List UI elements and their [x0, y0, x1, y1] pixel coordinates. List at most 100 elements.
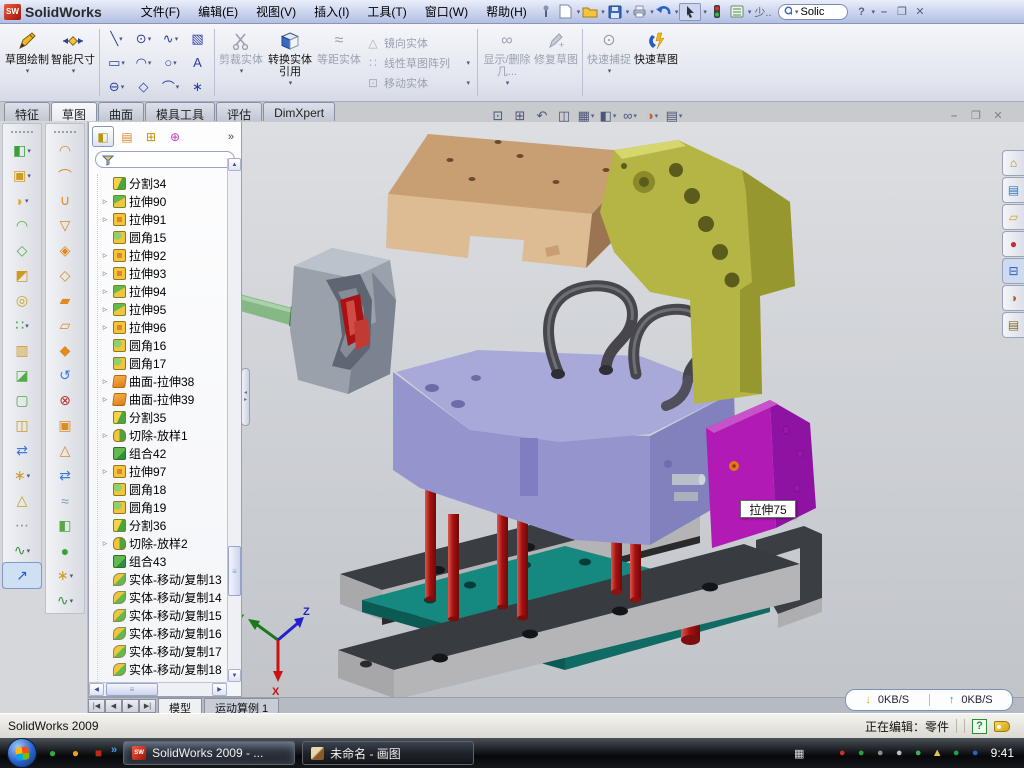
- freeform-icon[interactable]: ●: [46, 538, 84, 563]
- menu-tools[interactable]: 工具(T): [358, 2, 415, 21]
- tree-item[interactable]: 圆角16: [98, 336, 227, 354]
- dropdown-caret-icon[interactable]: ▾: [591, 112, 595, 120]
- rectangle-icon[interactable]: ▭▾: [103, 51, 130, 75]
- tree-item[interactable]: ▹拉伸92: [98, 246, 227, 264]
- defender-shield-icon[interactable]: ●: [854, 747, 869, 759]
- tree-item[interactable]: 圆角18: [98, 480, 227, 498]
- scroll-up-button[interactable]: ▲: [228, 158, 241, 171]
- dropdown-caret-icon[interactable]: ▾: [27, 172, 31, 180]
- spline-icon[interactable]: ∿▾: [157, 27, 184, 51]
- scrollbar-thumb[interactable]: ≡: [106, 683, 158, 696]
- toolbar-grip[interactable]: [54, 131, 76, 135]
- taskbar-task-solidworks[interactable]: SW SolidWorks 2009 - ...: [123, 741, 295, 765]
- tab-sketch[interactable]: 草图: [51, 102, 97, 121]
- dropdown-caret-icon[interactable]: ▾: [655, 112, 659, 120]
- open-document-icon[interactable]: [581, 3, 599, 21]
- draft-icon[interactable]: ◪: [3, 363, 41, 388]
- dropdown-caret-icon[interactable]: ▾: [26, 66, 30, 78]
- prev-tab-button[interactable]: ◀: [105, 699, 122, 713]
- dropdown-caret-icon[interactable]: ▾: [27, 547, 31, 555]
- offset-entities-button[interactable]: ≈ 等距实体: [316, 24, 362, 101]
- tree-item[interactable]: 实体-移动/复制17: [98, 642, 227, 660]
- section-view-icon[interactable]: ◫: [553, 106, 575, 125]
- previous-view-icon[interactable]: ↶: [531, 106, 553, 125]
- tree-item[interactable]: 实体-移动/复制14: [98, 588, 227, 606]
- scroll-right-button[interactable]: ▶: [212, 683, 227, 696]
- file-explorer-icon[interactable]: ▱: [1002, 204, 1024, 230]
- swept-boss-icon[interactable]: ◠: [3, 213, 41, 238]
- delete-hole-icon[interactable]: ∗▾: [46, 563, 84, 588]
- thicken-icon[interactable]: ∿▾: [46, 588, 84, 613]
- undo-icon[interactable]: [655, 3, 673, 21]
- tree-filter-box[interactable]: [95, 151, 235, 168]
- trim-entities-button[interactable]: 剪裁实体 ▾: [218, 24, 264, 101]
- tree-item[interactable]: 实体-移动/复制16: [98, 624, 227, 642]
- toolbox-icon[interactable]: ●: [1002, 231, 1024, 257]
- search-scope-caret-icon[interactable]: ▾: [795, 8, 799, 16]
- health-shield-icon[interactable]: ●: [949, 747, 964, 759]
- custom-properties-icon[interactable]: ▤: [1002, 312, 1024, 338]
- dropdown-caret-icon[interactable]: ▾: [25, 197, 29, 205]
- circle-icon[interactable]: ⊙▾: [130, 27, 157, 51]
- configurationmanager-tab-icon[interactable]: ⊞: [140, 126, 162, 147]
- next-tab-button[interactable]: ▶: [122, 699, 139, 713]
- sketch-fillet-icon[interactable]: ⌒▾: [157, 75, 184, 99]
- expand-arrow-icon[interactable]: ▹: [100, 322, 110, 333]
- sync-center-icon[interactable]: ●: [968, 747, 983, 759]
- expand-arrow-icon[interactable]: ▹: [100, 268, 110, 279]
- convert-entities-button[interactable]: 转换实体引用 ▾: [264, 24, 316, 101]
- dropdown-caret-icon[interactable]: ▾: [679, 112, 683, 120]
- tree-item[interactable]: 圆角15: [98, 228, 227, 246]
- smart-dimension-button[interactable]: 智能尺寸 ▾: [50, 24, 96, 101]
- move-entities-button[interactable]: ⊡ 移动实体 ▾: [366, 75, 470, 91]
- core-pin[interactable]: [672, 474, 702, 485]
- tree-item[interactable]: ▹拉伸90: [98, 192, 227, 210]
- messenger-icon[interactable]: ●: [44, 745, 61, 762]
- dropdown-caret-icon[interactable]: ▾: [601, 8, 605, 16]
- replace-face-icon[interactable]: ▣: [46, 413, 84, 438]
- toolbar-overflow-item[interactable]: 少..: [754, 4, 771, 20]
- offset-surface-icon[interactable]: ◇: [46, 263, 84, 288]
- tree-item[interactable]: 组合42: [98, 444, 227, 462]
- tree-item[interactable]: 实体-移动/复制15: [98, 606, 227, 624]
- sketch-button[interactable]: 草图绘制 ▾: [4, 24, 50, 101]
- solidworks-resources-icon[interactable]: ⌂: [1002, 150, 1024, 176]
- tree-horizontal-scrollbar[interactable]: ◀ ≡ ▶: [89, 682, 227, 696]
- dropdown-caret-icon[interactable]: ▾: [148, 35, 152, 43]
- tree-item[interactable]: ▹切除-放样1: [98, 426, 227, 444]
- tab-surfaces[interactable]: 曲面: [98, 102, 144, 121]
- minimize-button[interactable]: –: [875, 4, 893, 19]
- panel-chevron-icon[interactable]: »: [228, 131, 238, 143]
- tab-dimxpert[interactable]: DimXpert: [263, 102, 335, 121]
- repair-sketch-button[interactable]: + 修复草图: [533, 24, 579, 101]
- edit-appearance-icon[interactable]: ◑▾: [641, 106, 663, 125]
- dropdown-caret-icon[interactable]: ▾: [70, 572, 74, 580]
- tree-item[interactable]: ▹拉伸94: [98, 282, 227, 300]
- model-tab[interactable]: 模型: [158, 698, 202, 713]
- menu-file[interactable]: 文件(F): [132, 2, 189, 21]
- expand-arrow-icon[interactable]: ▹: [100, 538, 110, 549]
- revolved-surface-icon[interactable]: ⌒: [46, 163, 84, 188]
- menu-edit[interactable]: 编辑(E): [189, 2, 247, 21]
- doc-close-button[interactable]: ✕: [989, 108, 1007, 123]
- linear-sketch-pattern-button[interactable]: ∷ 线性草图阵列 ▾: [366, 55, 470, 71]
- dropdown-caret-icon[interactable]: ▾: [289, 78, 293, 90]
- dropdown-caret-icon[interactable]: ▾: [173, 59, 177, 67]
- dropdown-caret-icon[interactable]: ▾: [577, 8, 581, 16]
- quick-tips-button[interactable]: ?: [972, 719, 987, 734]
- tree-item[interactable]: 圆角17: [98, 354, 227, 372]
- rapid-sketch-button[interactable]: 快速草图: [632, 24, 680, 101]
- tree-item[interactable]: 分割35: [98, 408, 227, 426]
- power-manager-icon[interactable]: ●: [911, 747, 926, 759]
- dropdown-caret-icon[interactable]: ▾: [70, 597, 74, 605]
- rib-icon[interactable]: ▥: [3, 338, 41, 363]
- print-icon[interactable]: [630, 3, 648, 21]
- tag-icon[interactable]: [994, 721, 1010, 732]
- panel-splitter-handle[interactable]: ◂▸: [241, 368, 250, 426]
- appearances-scenes-icon[interactable]: ◑: [1002, 285, 1024, 311]
- dropdown-caret-icon[interactable]: ▾: [466, 79, 470, 87]
- scrollbar-thumb[interactable]: ≡: [228, 546, 241, 596]
- dropdown-caret-icon[interactable]: ▾: [27, 147, 31, 155]
- first-tab-button[interactable]: |◀: [88, 699, 105, 713]
- tree-item[interactable]: 组合43: [98, 552, 227, 570]
